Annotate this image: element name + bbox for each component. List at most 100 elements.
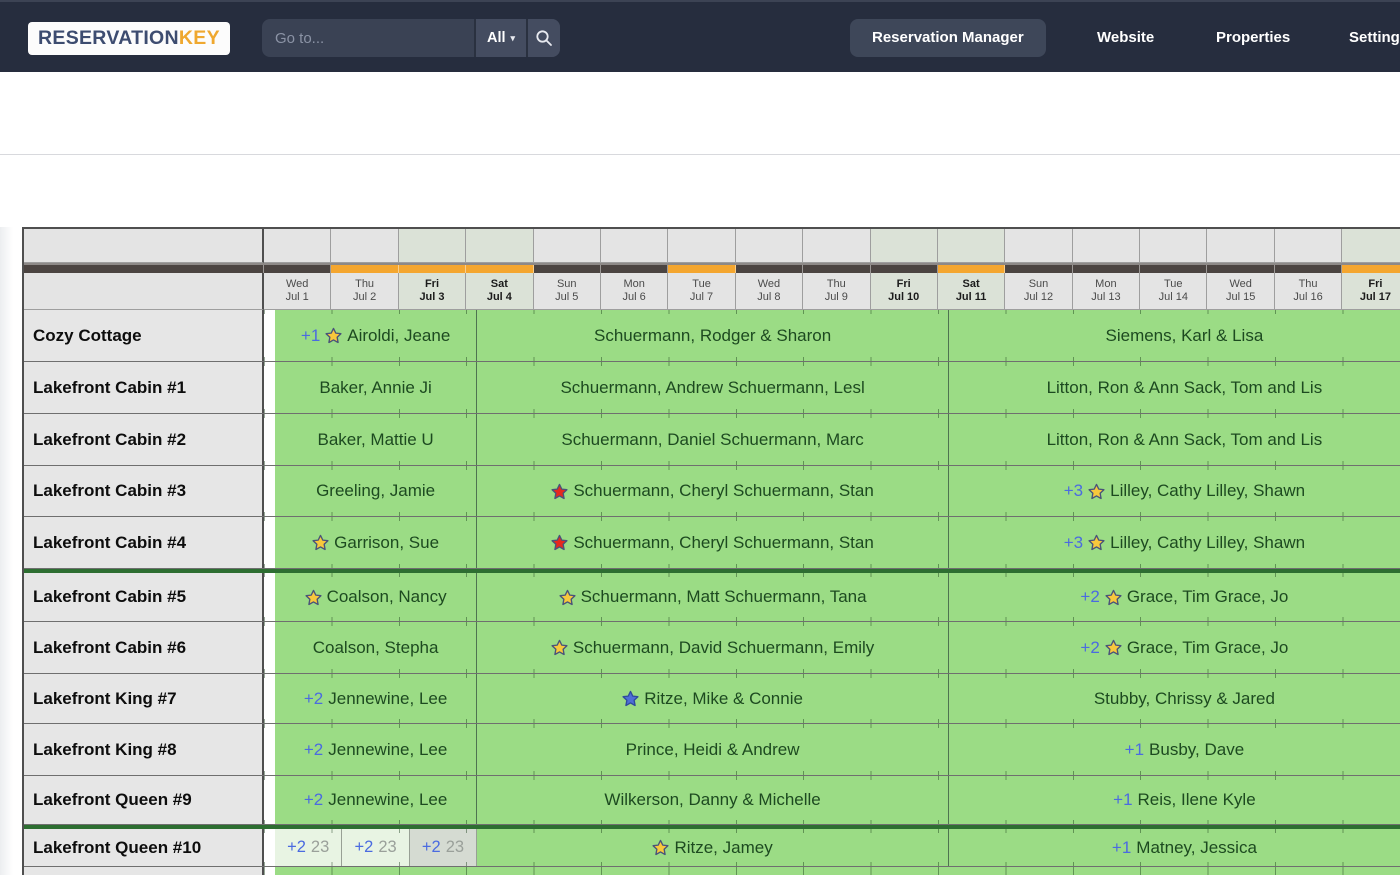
day-header-jul-11[interactable]: SatJul 11 (938, 273, 1005, 310)
reservation-bar[interactable]: +3Lilley, Cathy Lilley, Shawn (949, 517, 1400, 568)
day-header-jul-6[interactable]: MonJul 6 (601, 273, 668, 310)
reservation-bar[interactable]: Schuermann, Matt Schuermann, Tana (477, 573, 949, 621)
reservation-bar[interactable] (275, 867, 1400, 875)
day-header-jul-7[interactable]: TueJul 7 (668, 273, 735, 310)
guest-count-badge: +2 (1080, 587, 1099, 607)
reservation-manager-button[interactable]: Reservation Manager (850, 19, 1046, 57)
reservation-bar[interactable]: Schuermann, Daniel Schuermann, Marc (477, 414, 949, 465)
available-day-cell[interactable]: +223 (342, 829, 409, 866)
room-name-11[interactable]: Lakefront Queen #10 (24, 829, 264, 866)
day-spacer-cell (331, 229, 398, 263)
day-header-jul-3[interactable]: FriJul 3 (399, 273, 466, 310)
reservation-bar[interactable]: +2Jennewine, Lee (275, 724, 477, 775)
reservation-bar[interactable]: Schuermann, David Schuermann, Emily (477, 622, 949, 673)
available-day-cell[interactable]: +223 (275, 829, 342, 866)
reservation-bar[interactable]: Wilkerson, Danny & Michelle (477, 776, 949, 824)
reservation-bar[interactable]: Siemens, Karl & Lisa (949, 310, 1400, 361)
guest-name: Jennewine, Lee (328, 790, 447, 810)
reservation-bar[interactable]: Coalson, Stepha (275, 622, 477, 673)
room-day-area: +2Jennewine, LeeRitze, Mike & ConnieStub… (264, 674, 1400, 723)
day-date-label: Jul 15 (1226, 291, 1255, 304)
season-stripe-segment (871, 265, 938, 273)
reservation-bar[interactable]: +1Reis, Ilene Kyle (949, 776, 1400, 824)
day-header-jul-9[interactable]: ThuJul 9 (803, 273, 870, 310)
day-date-label: Jul 16 (1293, 291, 1322, 304)
reservation-bar[interactable]: +3Lilley, Cathy Lilley, Shawn (949, 466, 1400, 516)
reservationkey-logo[interactable]: RESERVATIONKEY (28, 22, 230, 55)
day-of-week-label: Sun (557, 278, 577, 291)
guest-name: Busby, Dave (1149, 740, 1244, 760)
day-header-jul-16[interactable]: ThuJul 16 (1275, 273, 1342, 310)
day-header-jul-12[interactable]: SunJul 12 (1005, 273, 1072, 310)
reservation-bar[interactable]: Coalson, Nancy (275, 573, 477, 621)
day-header-jul-2[interactable]: ThuJul 2 (331, 273, 398, 310)
search-input[interactable] (262, 19, 474, 57)
room-name-10[interactable]: Lakefront Queen #9 (24, 776, 264, 824)
reservation-bar[interactable]: Litton, Ron & Ann Sack, Tom and Lis (949, 362, 1400, 413)
day-header-jul-10[interactable]: FriJul 10 (871, 273, 938, 310)
day-header-jul-1[interactable]: WedJul 1 (264, 273, 331, 310)
reservation-bar[interactable]: +2Jennewine, Lee (275, 674, 477, 723)
search-scope-dropdown[interactable]: All ▾ (474, 19, 526, 57)
day-header-jul-5[interactable]: SunJul 5 (534, 273, 601, 310)
room-name-7[interactable]: Lakefront Cabin #6 (24, 622, 264, 673)
room-name-5[interactable]: Lakefront Cabin #4 (24, 517, 264, 568)
room-day-area: +2Jennewine, LeeWilkerson, Danny & Miche… (264, 776, 1400, 824)
room-name-3[interactable]: Lakefront Cabin #2 (24, 414, 264, 465)
nav-link-website[interactable]: Website (1097, 29, 1154, 46)
reservation-bar[interactable]: Ritze, Mike & Connie (477, 674, 949, 723)
reservation-bar[interactable]: Schuermann, Cheryl Schuermann, Stan (477, 466, 949, 516)
grid-header-spacer-row (24, 229, 1400, 263)
room-name-9[interactable]: Lakefront King #8 (24, 724, 264, 775)
reservation-bar[interactable]: Schuermann, Cheryl Schuermann, Stan (477, 517, 949, 568)
rate-value: 23 (311, 838, 329, 857)
room-row: Lakefront Cabin #2Baker, Mattie USchuerm… (24, 414, 1400, 466)
grid-corner-cell (24, 229, 264, 263)
day-header-jul-13[interactable]: MonJul 13 (1073, 273, 1140, 310)
room-name-6[interactable]: Lakefront Cabin #5 (24, 573, 264, 621)
reservation-bar[interactable]: +2Grace, Tim Grace, Jo (949, 573, 1400, 621)
nav-link-settings[interactable]: Settings (1349, 29, 1400, 46)
reservation-bar[interactable]: Baker, Mattie U (275, 414, 477, 465)
nav-link-properties[interactable]: Properties (1216, 29, 1290, 46)
day-header-jul-15[interactable]: WedJul 15 (1207, 273, 1274, 310)
room-name-4[interactable]: Lakefront Cabin #3 (24, 466, 264, 516)
guest-name: Schuermann, Andrew Schuermann, Lesl (560, 378, 864, 398)
search-button[interactable] (526, 19, 560, 57)
reservation-bar[interactable]: Greeling, Jamie (275, 466, 477, 516)
reservation-bar[interactable]: +2Grace, Tim Grace, Jo (949, 622, 1400, 673)
reservation-bar[interactable]: Litton, Ron & Ann Sack, Tom and Lis (949, 414, 1400, 465)
day-of-week-label: Fri (1368, 278, 1382, 291)
reservation-bar[interactable]: Garrison, Sue (275, 517, 477, 568)
available-day-cell[interactable]: +223 (410, 829, 477, 866)
room-day-area: Garrison, SueSchuermann, Cheryl Schuerma… (264, 517, 1400, 568)
guest-name: Coalson, Nancy (327, 587, 447, 607)
reservation-bar[interactable]: +1Busby, Dave (949, 724, 1400, 775)
room-name-2[interactable]: Lakefront Cabin #1 (24, 362, 264, 413)
day-of-week-label: Tue (692, 278, 711, 291)
reservation-bar[interactable]: Baker, Annie Ji (275, 362, 477, 413)
reservation-bar[interactable]: Schuermann, Andrew Schuermann, Lesl (477, 362, 949, 413)
day-of-week-label: Sun (1029, 278, 1049, 291)
day-spacer-cell (1342, 229, 1400, 263)
room-name-8[interactable]: Lakefront King #7 (24, 674, 264, 723)
day-header-jul-14[interactable]: TueJul 14 (1140, 273, 1207, 310)
gold-star-icon (1088, 534, 1105, 551)
reservation-bar[interactable]: Prince, Heidi & Andrew (477, 724, 949, 775)
season-stripe-room-segment (24, 265, 264, 273)
reservation-bar[interactable]: +2Jennewine, Lee (275, 776, 477, 824)
day-spacer-cell (1005, 229, 1072, 263)
reservation-bar[interactable]: +1Airoldi, Jeane (275, 310, 477, 361)
day-header-jul-17[interactable]: FriJul 17 (1342, 273, 1400, 310)
day-header-jul-4[interactable]: SatJul 4 (466, 273, 533, 310)
season-stripe-segment (736, 265, 803, 273)
reservation-bar[interactable]: Ritze, Jamey (477, 829, 949, 866)
reservation-bar[interactable]: Stubby, Chrissy & Jared (949, 674, 1400, 723)
guest-name: Siemens, Karl & Lisa (1106, 326, 1264, 346)
day-of-week-label: Sat (963, 278, 980, 291)
gold-star-icon (559, 589, 576, 606)
reservation-bar[interactable]: Schuermann, Rodger & Sharon (477, 310, 949, 361)
room-name-1[interactable]: Cozy Cottage (24, 310, 264, 361)
day-header-jul-8[interactable]: WedJul 8 (736, 273, 803, 310)
reservation-bar[interactable]: +1Matney, Jessica (949, 829, 1400, 866)
